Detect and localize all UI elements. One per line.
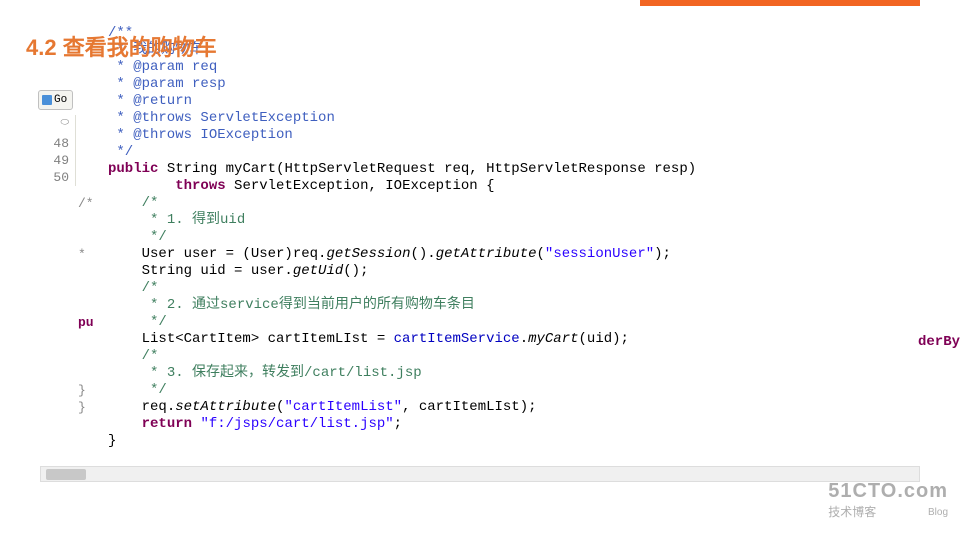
collapsed-code-margin: /* * pu } } [78,195,108,416]
editor-tab[interactable]: Go [38,90,73,110]
watermark-logo: 51CTO.com [828,480,948,503]
line-number: 49 [26,152,69,169]
accent-bar [640,0,920,6]
line-number-gutter: ⬭ 48 49 50 [26,115,76,186]
code-editor[interactable]: /** * 我的购物车 * @param req * @param resp *… [108,8,696,450]
section-heading: 4.2 查看我的购物车 [26,30,217,62]
line-number: 50 [26,169,69,186]
watermark: 51CTO.com 技术博客 Blog [828,480,948,520]
scrollbar-thumb[interactable] [46,469,86,480]
overflow-code-fragment: derBy [918,334,960,350]
tab-label: Go [54,94,67,106]
watermark-blog-label: Blog [928,507,948,518]
line-number: 48 [26,135,69,152]
horizontal-scrollbar[interactable] [40,466,920,482]
